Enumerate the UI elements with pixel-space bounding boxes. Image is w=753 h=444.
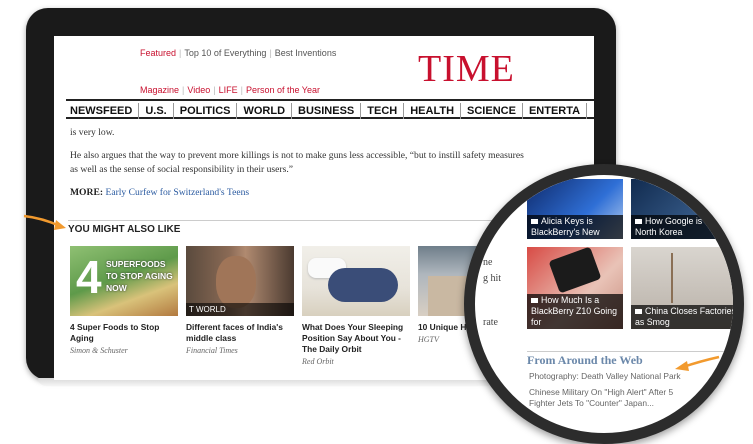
divider [527, 351, 733, 352]
top-nav-best-inventions[interactable]: Best Inventions [275, 48, 337, 58]
sub-nav-magazine[interactable]: Magazine [140, 85, 179, 95]
nav-item-entertainment[interactable]: ENTERTA [523, 103, 588, 119]
pointer-arrow-right [675, 355, 720, 371]
top-nav: Featured | Top 10 of Everything | Best Inven… [140, 48, 337, 58]
sub-nav-life[interactable]: LIFE [219, 85, 238, 95]
pointer-arrow-left [23, 214, 66, 230]
portrait-face [216, 256, 256, 308]
video-camera-icon [531, 298, 538, 304]
magnifier-content: ne g hit rate Alicia Keys is BlackBerry'… [475, 175, 733, 433]
you-might-also-like-heading: YOU MIGHT ALSO LIKE [68, 220, 538, 235]
zoom-tile-caption: How Google is Map North Korea [635, 216, 722, 237]
recommendation-card[interactable]: What Does Your Sleeping Position Say Abo… [302, 246, 410, 366]
card-source: Red Orbit [302, 357, 334, 366]
card-thumbnail[interactable]: T WORLD [186, 246, 294, 316]
nav-item-health[interactable]: HEALTH [404, 103, 462, 119]
magnifier-side-text: ne g hit rate [475, 175, 523, 433]
sub-nav-video[interactable]: Video [187, 85, 210, 95]
from-around-web-heading: From Around the Web [527, 353, 643, 367]
card-thumbnail[interactable]: 4 SUPERFOODS TO STOP AGING NOW [70, 246, 178, 316]
card-title[interactable]: 4 Super Foods to Stop Aging [70, 322, 178, 344]
side-fragment: g hit [483, 273, 502, 284]
thumb-overlay-text: SUPERFOODS TO STOP AGING NOW [106, 259, 173, 293]
video-camera-icon [635, 219, 642, 225]
zoom-tile-caption: Alicia Keys is BlackBerry's New [531, 216, 600, 237]
card-title[interactable]: What Does Your Sleeping Position Say Abo… [302, 322, 410, 355]
time-logo[interactable]: TIME [418, 50, 515, 88]
side-fragment: ne [483, 257, 493, 268]
card-source: Financial Times [186, 346, 238, 355]
zoom-tile[interactable]: How Google is Map North Korea [631, 179, 733, 239]
nav-item-newsfeed[interactable]: NEWSFEED [66, 103, 140, 119]
thumb-number: 4 [76, 251, 102, 303]
nav-item-world[interactable]: WORLD [237, 103, 293, 119]
card-title[interactable]: Different faces of India's middle class [186, 322, 294, 344]
zoom-tile[interactable]: China Closes Factories as Smog [631, 247, 736, 329]
tree-shape [671, 253, 673, 303]
top-nav-featured[interactable]: Featured [140, 48, 176, 58]
web-link[interactable]: Chinese Military On "High Alert" After 5 [529, 387, 673, 398]
sub-nav: Magazine | Video | LIFE | Person of the Year [140, 85, 320, 95]
top-nav-top10[interactable]: Top 10 of Everything [184, 48, 266, 58]
promo-stage: Featured | Top 10 of Everything | Best Inven… [0, 0, 753, 444]
nav-item-politics[interactable]: POLITICS [174, 103, 238, 119]
recommendation-card[interactable]: 4 SUPERFOODS TO STOP AGING NOW 4 Super F… [70, 246, 178, 355]
thumb-caption-bar: T WORLD [186, 303, 294, 316]
video-camera-icon [531, 219, 538, 225]
recommendation-card[interactable]: T WORLD Different faces of India's middl… [186, 246, 294, 355]
nav-item-science[interactable]: SCIENCE [461, 103, 523, 119]
article-fragment: is very low. [70, 127, 115, 138]
web-link[interactable]: Photography: Death Valley National Park [529, 371, 681, 382]
nav-item-business[interactable]: BUSINESS [292, 103, 362, 119]
more-link[interactable]: Early Curfew for Switzerland's Teens [105, 187, 249, 198]
side-fragment: rate [483, 317, 498, 328]
main-nav: NEWSFEED U.S. POLITICS WORLD BUSINESS TECH HEA… [66, 99, 594, 119]
more-label: MORE: [70, 187, 104, 198]
more-line: MORE: Early Curfew for Switzerland's Tee… [70, 186, 530, 200]
video-camera-icon [635, 309, 642, 315]
card-thumbnail[interactable] [302, 246, 410, 316]
zoom-tile[interactable]: Alicia Keys is BlackBerry's New [527, 179, 623, 239]
zoom-tile[interactable]: How Much Is a BlackBerry Z10 Going for [527, 247, 623, 329]
phone-shape [548, 247, 602, 294]
card-source: Simon & Schuster [70, 346, 128, 355]
sub-nav-person-of-year[interactable]: Person of the Year [246, 85, 320, 95]
nav-item-us[interactable]: U.S. [139, 103, 174, 119]
zoom-tile-caption: How Much Is a BlackBerry Z10 Going for [531, 295, 618, 327]
web-link[interactable]: Fighter Jets To "Counter" Japan... [529, 398, 654, 409]
article-paragraph: He also argues that the way to prevent m… [70, 150, 524, 175]
zoom-tile-caption: China Closes Factories as Smog [635, 306, 736, 327]
sleeper-shape [328, 268, 398, 302]
nav-item-tech[interactable]: TECH [361, 103, 405, 119]
article-body: is very low. He also argues that the way… [70, 126, 530, 209]
magnifier-zoom: ne g hit rate Alicia Keys is BlackBerry'… [464, 164, 744, 444]
